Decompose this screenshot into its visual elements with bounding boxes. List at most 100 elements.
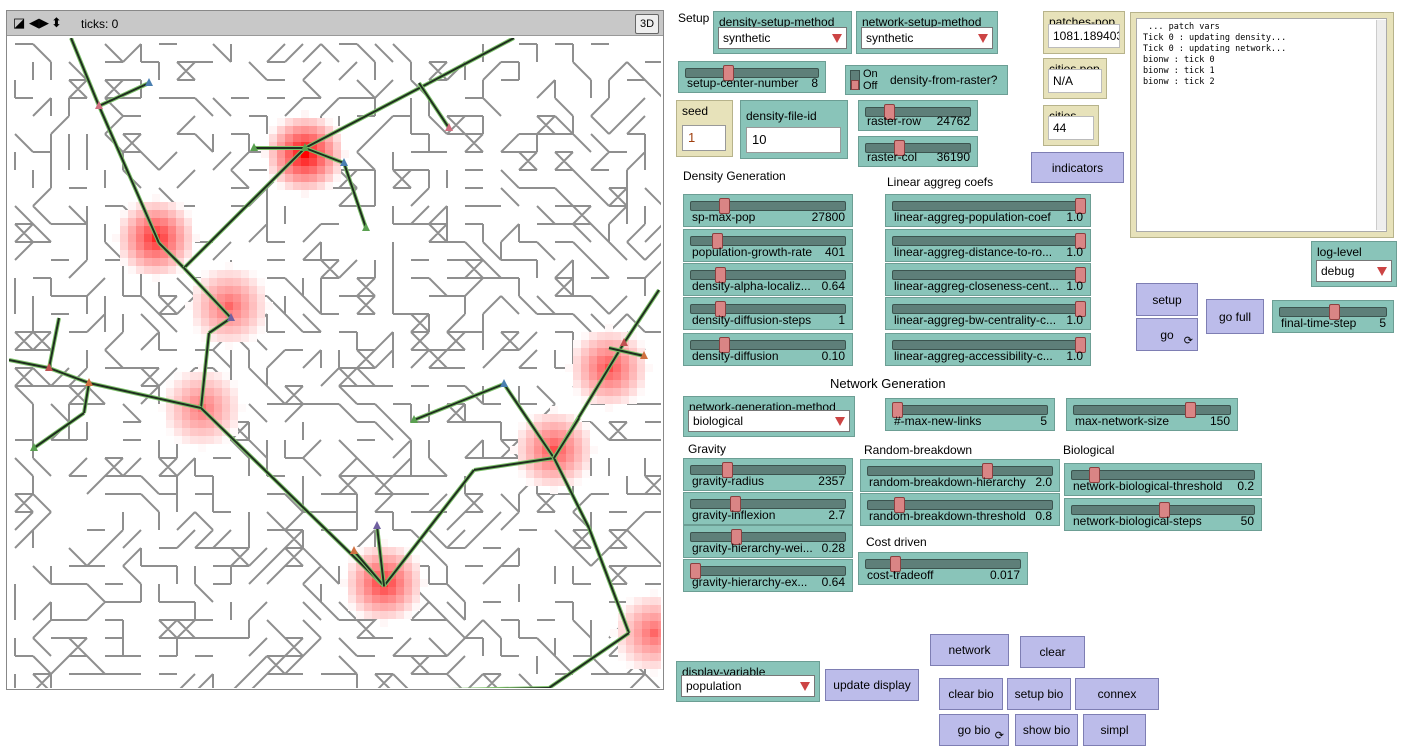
slider-label: max-network-size	[1075, 414, 1170, 428]
switch-label: density-from-raster?	[890, 73, 998, 87]
slider-value: 1.0	[1066, 245, 1083, 259]
gravity-inflexion-slider[interactable]: gravity-inflexion 2.7	[683, 492, 853, 525]
up-down-icon[interactable]: ⬍	[51, 16, 62, 30]
setup-button[interactable]: setup	[1136, 283, 1198, 316]
setup-label: Setup	[678, 11, 710, 25]
density-diffusion-slider[interactable]: density-diffusion 0.10	[683, 333, 853, 366]
slider-value: 0.2	[1237, 479, 1254, 493]
slider-value: 0.64	[821, 575, 845, 589]
density-generation-label: Density Generation	[683, 169, 786, 183]
network-setup-method-chooser[interactable]: network-setup-method synthetic	[856, 11, 998, 54]
-max-new-links-slider[interactable]: #-max-new-links 5	[885, 398, 1055, 431]
raster-row-slider[interactable]: raster-row 24762	[858, 100, 978, 131]
cities-monitor: cities 44	[1043, 105, 1099, 146]
slider-label: linear-aggreg-bw-centrality-c...	[894, 313, 1057, 327]
raster-col-slider[interactable]: raster-col 36190	[858, 136, 978, 167]
dropdown-arrow-icon	[835, 417, 845, 426]
slider-label: sp-max-pop	[692, 210, 756, 224]
max-network-size-slider[interactable]: max-network-size 150	[1066, 398, 1238, 431]
gravity-hierarchy-wei-slider[interactable]: gravity-hierarchy-wei... 0.28	[683, 525, 853, 558]
slider-thumb[interactable]	[1185, 402, 1196, 418]
chooser-value[interactable]: debug	[1316, 260, 1392, 282]
density-diffusion-steps-slider[interactable]: density-diffusion-steps 1	[683, 297, 853, 330]
monitor-value: 44	[1048, 116, 1094, 140]
network-biological-steps-slider[interactable]: network-biological-steps 50	[1064, 498, 1262, 531]
chooser-value[interactable]: population	[681, 675, 815, 697]
slider-value: 1.0	[1066, 349, 1083, 363]
go-full-button[interactable]: go full	[1206, 299, 1264, 334]
seed-value[interactable]: 1	[682, 125, 726, 151]
slider-value: 5	[1379, 316, 1386, 330]
forever-icon: ⟳	[994, 730, 1004, 742]
ticks-counter: ticks: 0	[81, 17, 119, 31]
density-alpha-localiz-slider[interactable]: density-alpha-localiz... 0.64	[683, 263, 853, 296]
show-bio-button[interactable]: show bio	[1015, 714, 1078, 746]
3d-view-button[interactable]: 3D	[635, 14, 659, 34]
density-from-raster-switch[interactable]: On Off density-from-raster?	[845, 65, 1008, 95]
step-arrows-icon[interactable]: ◀▶	[29, 16, 49, 30]
slider-value: 36190	[936, 150, 970, 164]
display-variable-chooser[interactable]: display-variable population	[676, 661, 820, 702]
switch-off-label: Off	[863, 80, 878, 92]
linear-aggreg-closeness-cent-slider[interactable]: linear-aggreg-closeness-cent... 1.0	[885, 263, 1091, 296]
gravity-hierarchy-ex-slider[interactable]: gravity-hierarchy-ex... 0.64	[683, 559, 853, 592]
cost-tradeoff-slider[interactable]: cost-tradeoff 0.017	[858, 552, 1028, 585]
slider-value: 1.0	[1066, 210, 1083, 224]
output-log: ... patch vars Tick 0 : updating density…	[1136, 18, 1387, 232]
seed-input[interactable]: seed 1	[676, 100, 733, 157]
switch-toggle[interactable]	[851, 80, 859, 90]
slider-value: 24762	[936, 114, 970, 128]
slider-label: linear-aggreg-population-coef	[894, 210, 1051, 224]
simpl-button[interactable]: simpl	[1083, 714, 1146, 746]
random-breakdown-label: Random-breakdown	[864, 443, 973, 457]
speed-icon[interactable]: ◪	[13, 16, 25, 30]
network-generation-method-chooser[interactable]: network-generation-method biological	[683, 396, 855, 437]
slider-label: linear-aggreg-accessibility-c...	[894, 349, 1053, 363]
connex-button[interactable]: connex	[1075, 678, 1159, 710]
random-breakdown-threshold-slider[interactable]: random-breakdown-threshold 0.8	[860, 493, 1060, 526]
slider-label: raster-row	[867, 114, 922, 128]
chooser-value[interactable]: synthetic	[861, 27, 993, 49]
clear-bio-button[interactable]: clear bio	[939, 678, 1003, 710]
slider-value: 150	[1209, 414, 1230, 428]
linear-aggreg-accessibility-c-slider[interactable]: linear-aggreg-accessibility-c... 1.0	[885, 333, 1091, 366]
chooser-value[interactable]: synthetic	[718, 27, 847, 49]
slider-value: 0.64	[821, 279, 845, 293]
linear-aggreg-distance-to-ro-slider[interactable]: linear-aggreg-distance-to-ro... 1.0	[885, 229, 1091, 262]
gravity-label: Gravity	[688, 442, 727, 456]
setup-bio-button[interactable]: setup bio	[1007, 678, 1071, 710]
update-display-button[interactable]: update display	[825, 669, 919, 701]
slider-value: 0.017	[989, 568, 1020, 582]
world-canvas[interactable]	[9, 38, 661, 688]
go-bio-button[interactable]: go bio ⟳	[939, 714, 1009, 746]
slider-value: 0.28	[821, 541, 845, 555]
random-breakdown-hierarchy-slider[interactable]: random-breakdown-hierarchy 2.0	[860, 459, 1060, 492]
slider-value: 8	[811, 76, 818, 90]
biological-label: Biological	[1063, 443, 1115, 457]
gravity-radius-slider[interactable]: gravity-radius 2357	[683, 458, 853, 491]
log-level-chooser[interactable]: log-level debug	[1311, 241, 1397, 287]
dropdown-arrow-icon	[978, 34, 988, 43]
network-biological-threshold-slider[interactable]: network-biological-threshold 0.2	[1064, 463, 1262, 496]
slider-label: density-diffusion	[692, 349, 779, 363]
output-scrollbar[interactable]	[1376, 20, 1386, 230]
density-file-id-value[interactable]: 10	[746, 127, 841, 153]
network-button[interactable]: network	[930, 634, 1009, 666]
indicators-button[interactable]: indicators	[1031, 152, 1124, 183]
forever-icon: ⟳	[1183, 335, 1193, 347]
slider-value: 1.0	[1066, 313, 1083, 327]
setup-center-number-slider[interactable]: setup-center-number 8	[678, 61, 826, 93]
linear-aggreg-bw-centrality-c-slider[interactable]: linear-aggreg-bw-centrality-c... 1.0	[885, 297, 1091, 330]
linear-aggreg-population-coef-slider[interactable]: linear-aggreg-population-coef 1.0	[885, 194, 1091, 227]
sp-max-pop-slider[interactable]: sp-max-pop 27800	[683, 194, 853, 227]
density-setup-method-chooser[interactable]: density-setup-method synthetic	[713, 11, 852, 54]
population-growth-rate-slider[interactable]: population-growth-rate 401	[683, 229, 853, 262]
final-time-step-slider[interactable]: final-time-step 5	[1272, 300, 1394, 333]
chooser-value[interactable]: biological	[688, 410, 850, 432]
go-button[interactable]: go ⟳	[1136, 318, 1198, 351]
slider-label: linear-aggreg-closeness-cent...	[894, 279, 1059, 293]
patches-pop-monitor: patches-pop 1081.189403	[1043, 11, 1125, 54]
slider-label: density-alpha-localiz...	[692, 279, 811, 293]
clear-button[interactable]: clear	[1020, 636, 1085, 668]
density-file-id-input[interactable]: density-file-id 10	[740, 100, 848, 159]
